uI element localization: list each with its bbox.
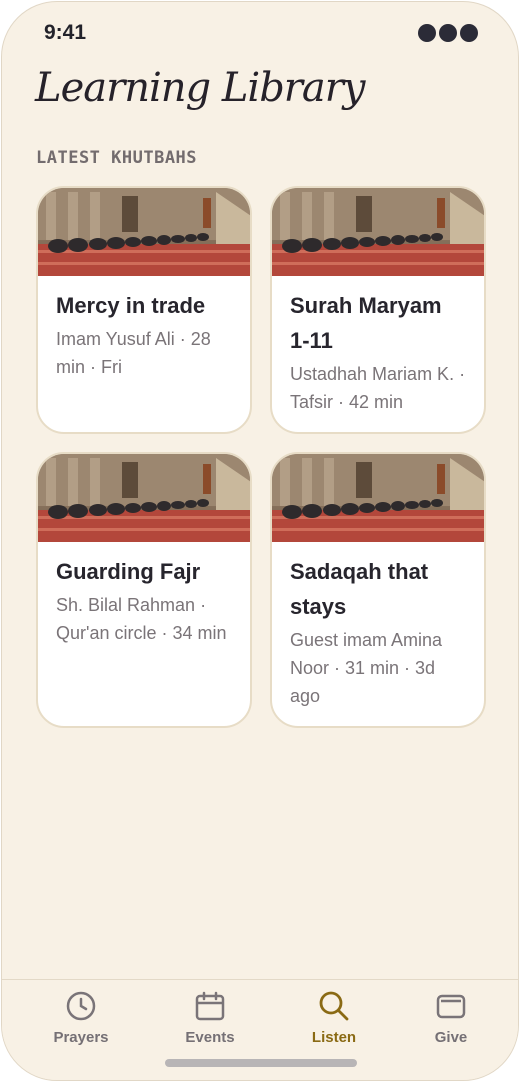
- mosque-prayer-illustration: [38, 188, 250, 276]
- calendar-icon: [195, 991, 225, 1021]
- khutbah-card[interactable]: Mercy in trade Imam Yusuf Ali · 28 min ·…: [36, 186, 252, 434]
- clock-icon: [66, 991, 96, 1021]
- mosque-prayer-illustration: [38, 454, 250, 542]
- status-indicator-dots-icon: [418, 24, 478, 42]
- card-meta: Imam Yusuf Ali · 28 min · Fri: [56, 329, 211, 377]
- mosque-prayer-illustration: [272, 454, 484, 542]
- card-meta: Ustadhah Mariam K. · Tafsir · 42 min: [290, 364, 466, 412]
- khutbah-card[interactable]: Guarding Fajr Sh. Bilal Rahman · Qur'an …: [36, 452, 252, 728]
- tab-label: Prayers: [53, 1029, 109, 1046]
- khutbah-card[interactable]: Surah Maryam 1-11 Ustadhah Mariam K. · T…: [270, 186, 486, 434]
- mosque-prayer-image: [38, 454, 250, 542]
- status-time: 9:41: [44, 21, 87, 44]
- khutbah-grid: Mercy in trade Imam Yusuf Ali · 28 min ·…: [36, 186, 488, 728]
- status-dot: [418, 24, 436, 42]
- tab-label: Events: [185, 1029, 235, 1046]
- wallet-icon: [436, 994, 466, 1019]
- tab-label: Give: [434, 1029, 468, 1046]
- status-dot: [460, 24, 478, 42]
- card-meta: Sh. Bilal Rahman · Qur'an circle · 34 mi…: [56, 595, 227, 643]
- khutbah-card[interactable]: Sadaqah that stays Guest imam Amina Noor…: [270, 452, 486, 728]
- card-title: Sadaqah that stays: [290, 559, 429, 619]
- card-title: Mercy in trade: [56, 293, 206, 318]
- search-icon: [319, 991, 349, 1021]
- mosque-prayer-illustration: [272, 188, 484, 276]
- mosque-prayer-image: [38, 188, 250, 276]
- status-dot: [439, 24, 457, 42]
- tab-label: Listen: [311, 1029, 357, 1046]
- card-title: Surah Maryam 1-11: [290, 293, 442, 353]
- page-title: Learning Library: [35, 65, 365, 111]
- mosque-prayer-image: [272, 188, 484, 276]
- phone-screen: 9:41 Learning Library LATEST KHUTBAHS Me…: [1, 1, 519, 1081]
- section-label: LATEST KHUTBAHS: [36, 148, 198, 168]
- mosque-prayer-image: [272, 454, 484, 542]
- home-indicator[interactable]: [165, 1059, 357, 1067]
- card-title: Guarding Fajr: [56, 559, 201, 584]
- card-meta: Guest imam Amina Noor · 31 min · 3d ago: [290, 630, 443, 706]
